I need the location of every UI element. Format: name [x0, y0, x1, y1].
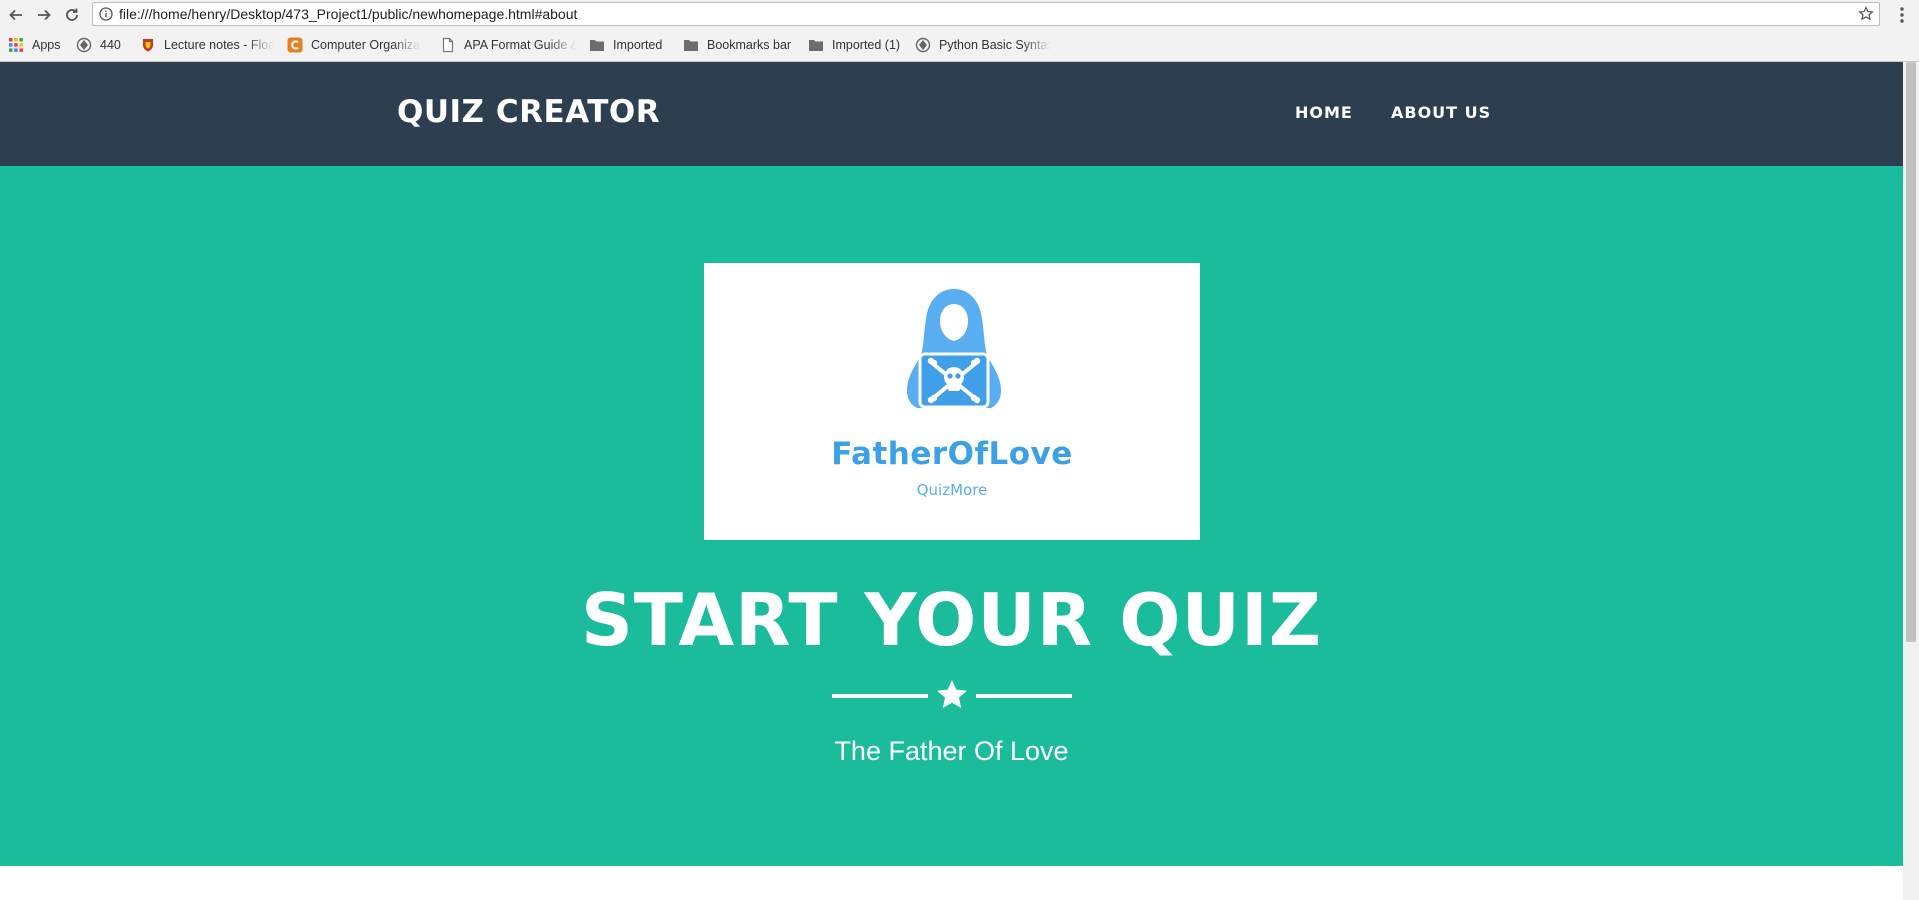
info-icon[interactable] — [99, 7, 113, 21]
bookmark-computer-organization[interactable]: Computer Organiza — [287, 34, 427, 56]
bookmark-folder-imported-1[interactable]: Imported (1) — [808, 34, 900, 56]
bookmark-folder-bookmarks-bar[interactable]: Bookmarks bar — [683, 34, 791, 56]
browser-toolbar: file:///home/henry/Desktop/473_Project1/… — [0, 0, 1919, 30]
page-scrollbar[interactable] — [1903, 62, 1919, 900]
browser-chrome: file:///home/henry/Desktop/473_Project1/… — [0, 0, 1919, 62]
bookmarks-bar: Apps 440 Lecture notes - Floa Computer O… — [0, 34, 1919, 56]
bookmark-label: Imported (1) — [832, 38, 901, 52]
bookmark-label: Imported — [613, 38, 663, 52]
crest-icon — [143, 39, 153, 52]
bookmark-label: Bookmarks bar — [707, 38, 792, 52]
site-icon — [76, 37, 92, 53]
browser-menu-icon[interactable] — [1892, 5, 1912, 25]
bookmark-apa-format[interactable]: APA Format Guide & — [440, 34, 576, 56]
bookmark-star-icon[interactable] — [1858, 6, 1874, 22]
address-bar[interactable]: file:///home/henry/Desktop/473_Project1/… — [92, 2, 1880, 26]
hero-headline: START YOUR QUIZ — [581, 578, 1322, 662]
back-button[interactable] — [4, 3, 28, 27]
hero-tagline: The Father Of Love — [834, 736, 1069, 766]
star-divider — [832, 678, 1072, 714]
site-navbar: QUIZ CREATOR HOME ABOUT US — [0, 62, 1903, 166]
page-icon — [442, 37, 454, 53]
hooded-hacker-icon — [907, 289, 1001, 409]
forward-button[interactable] — [32, 3, 56, 27]
brand-link[interactable]: QUIZ CREATOR — [397, 94, 660, 130]
nav-about-us[interactable]: ABOUT US — [1391, 103, 1491, 122]
scrollbar-thumb[interactable] — [1906, 62, 1916, 642]
divider-line-left — [832, 694, 928, 698]
bookmark-folder-imported[interactable]: Imported — [589, 34, 662, 56]
site-icon — [915, 37, 931, 53]
star-icon — [937, 680, 967, 708]
logo-subtitle: QuizMore — [916, 481, 988, 499]
folder-icon — [590, 40, 604, 51]
bookmark-label: Apps — [32, 38, 61, 52]
forward-arrow-icon — [38, 9, 51, 21]
back-arrow-icon — [9, 9, 22, 21]
reload-icon — [66, 8, 78, 21]
url-text: file:///home/henry/Desktop/473_Project1/… — [119, 6, 578, 22]
reload-button[interactable] — [60, 3, 84, 27]
folder-icon — [809, 40, 823, 51]
bookmark-apps[interactable]: Apps — [8, 34, 61, 56]
bookmark-440[interactable]: 440 — [76, 34, 121, 56]
divider-line-right — [976, 694, 1072, 698]
c-logo-icon — [287, 37, 303, 53]
folder-icon — [684, 40, 698, 51]
bookmark-lecture-notes[interactable]: Lecture notes - Floa — [140, 34, 274, 56]
logo-title: FatherOfLove — [831, 436, 1073, 472]
bookmark-label: Lecture notes - Floa — [164, 38, 274, 52]
apps-grid-icon — [9, 38, 23, 52]
bookmark-label: Python Basic Syntax — [939, 38, 1051, 52]
bookmark-python-syntax[interactable]: Python Basic Syntax — [915, 34, 1051, 56]
logo-card: FatherOfLove QuizMore — [704, 263, 1200, 540]
masthead: FatherOfLove QuizMore START YOUR QUIZ Th… — [0, 166, 1903, 866]
nav-home[interactable]: HOME — [1295, 103, 1353, 122]
bookmark-label: APA Format Guide & — [464, 38, 576, 52]
bookmark-label: Computer Organiza — [311, 38, 421, 52]
bookmark-label: 440 — [100, 38, 121, 52]
